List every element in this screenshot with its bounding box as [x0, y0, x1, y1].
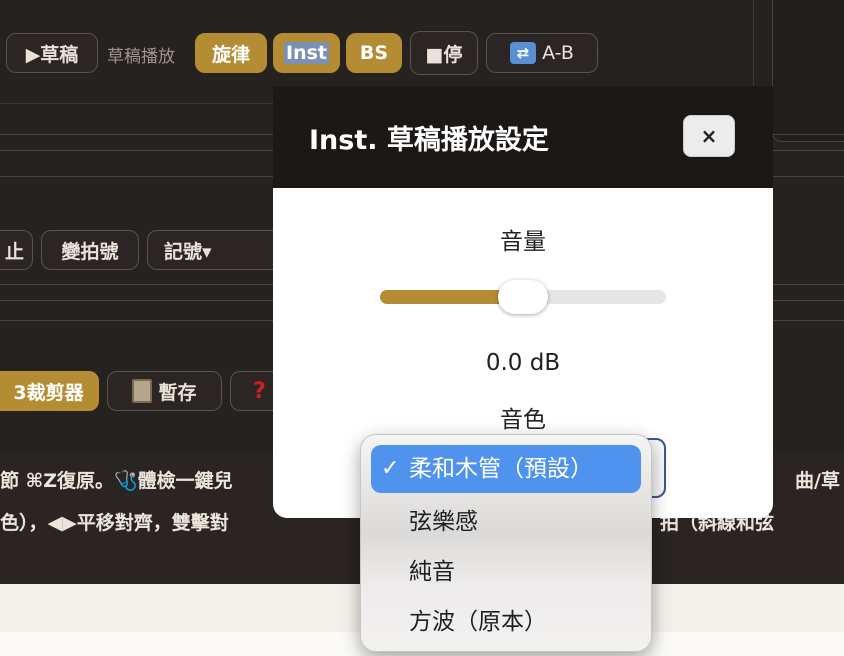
- draft-play-label: 草稿播放: [107, 47, 175, 67]
- repeat-icon: ⇄: [510, 42, 537, 64]
- stop-partial-button[interactable]: 止: [0, 230, 33, 270]
- timbre-option[interactable]: ✓ 柔和木管（預設）: [371, 445, 641, 493]
- timbre-label: 音色: [500, 407, 546, 433]
- volume-db-value: 0.0 dB: [485, 350, 561, 376]
- change-meter-button[interactable]: 變拍號: [41, 230, 139, 270]
- instructions-line-1-right: 曲/草: [795, 470, 840, 492]
- timbre-option[interactable]: 方波（原本）: [371, 598, 641, 646]
- volume-label: 音量: [500, 229, 546, 255]
- volume-slider[interactable]: [380, 280, 666, 314]
- melody-toggle[interactable]: 旋律: [195, 33, 267, 73]
- volume-slider-thumb[interactable]: [498, 280, 548, 314]
- help-icon: ?: [253, 378, 266, 404]
- timbre-option[interactable]: 純音: [371, 548, 641, 596]
- inst-toggle[interactable]: Inst: [273, 33, 340, 73]
- timbre-option[interactable]: 弦樂感: [371, 498, 641, 546]
- stop-button[interactable]: ■停: [410, 31, 478, 75]
- instructions-line-2: 色），◀▶平移對齊，雙擊對: [0, 512, 229, 534]
- dialog-header: Inst. 草稿播放設定 ×: [273, 86, 773, 188]
- instructions-line-1: 節 ⌘Z復原。🩺體檢一鍵兒: [0, 470, 233, 492]
- stash-button[interactable]: 暫存: [107, 371, 222, 411]
- draft-play-button[interactable]: ▶草稿: [6, 33, 98, 73]
- timbre-dropdown-menu: ✓ 柔和木管（預設） 弦樂感 純音 方波（原本）: [360, 434, 652, 652]
- close-icon: ×: [700, 124, 718, 148]
- ab-loop-button[interactable]: ⇄ A-B: [486, 33, 598, 73]
- clipboard-icon: [132, 379, 153, 403]
- checkmark-icon: ✓: [381, 456, 400, 481]
- dialog-title: Inst. 草稿播放設定: [309, 125, 549, 156]
- markers-dropdown[interactable]: 記號▾: [147, 230, 287, 270]
- side-panel: [772, 0, 844, 142]
- bs-toggle[interactable]: BS: [346, 33, 402, 73]
- mp3-cutter-button[interactable]: 3裁剪器: [0, 371, 99, 411]
- close-button[interactable]: ×: [683, 115, 735, 157]
